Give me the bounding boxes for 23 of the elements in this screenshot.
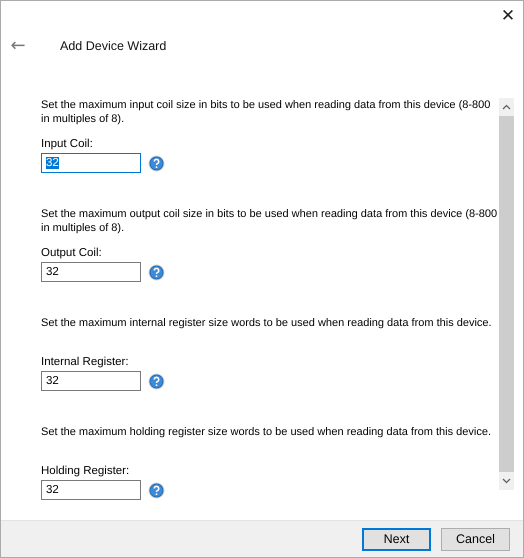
window-title: Add Device Wizard bbox=[60, 38, 166, 53]
field-description: Set the maximum output coil size in bits to be used when reading data from this device (8-800 in multiples of 8). bbox=[41, 207, 498, 236]
field-description: Set the maximum holding register size words to be used when reading data from this device. bbox=[41, 425, 492, 440]
next-button[interactable]: Next bbox=[362, 528, 431, 551]
field-label: Internal Register: bbox=[41, 355, 130, 370]
field-description: Set the maximum input coil size in bits to be used when reading data from this device (8-800 in multiples of 8). bbox=[41, 98, 492, 126]
scroll-up-icon[interactable] bbox=[502, 104, 511, 110]
input-field[interactable]: 32 bbox=[41, 153, 141, 174]
field-label: Output Coil: bbox=[41, 246, 103, 260]
help-icon[interactable] bbox=[148, 372, 165, 390]
scroll-down-icon[interactable] bbox=[502, 478, 511, 484]
input-field[interactable]: 32 bbox=[41, 480, 141, 500]
field-label: Holding Register: bbox=[41, 464, 130, 478]
cancel-button[interactable]: Cancel bbox=[441, 528, 510, 551]
input-field[interactable]: 32 bbox=[41, 262, 141, 282]
field-description: Set the maximum internal register size words to be used when reading data from this device. bbox=[41, 316, 493, 332]
help-icon[interactable] bbox=[148, 482, 165, 499]
help-icon[interactable] bbox=[148, 154, 165, 172]
help-icon[interactable] bbox=[148, 264, 165, 281]
input-field[interactable]: 32 bbox=[41, 371, 141, 392]
back-button[interactable]: ← bbox=[7, 34, 29, 58]
field-label: Input Coil: bbox=[41, 137, 94, 152]
close-button[interactable]: ✕ bbox=[491, 1, 524, 31]
